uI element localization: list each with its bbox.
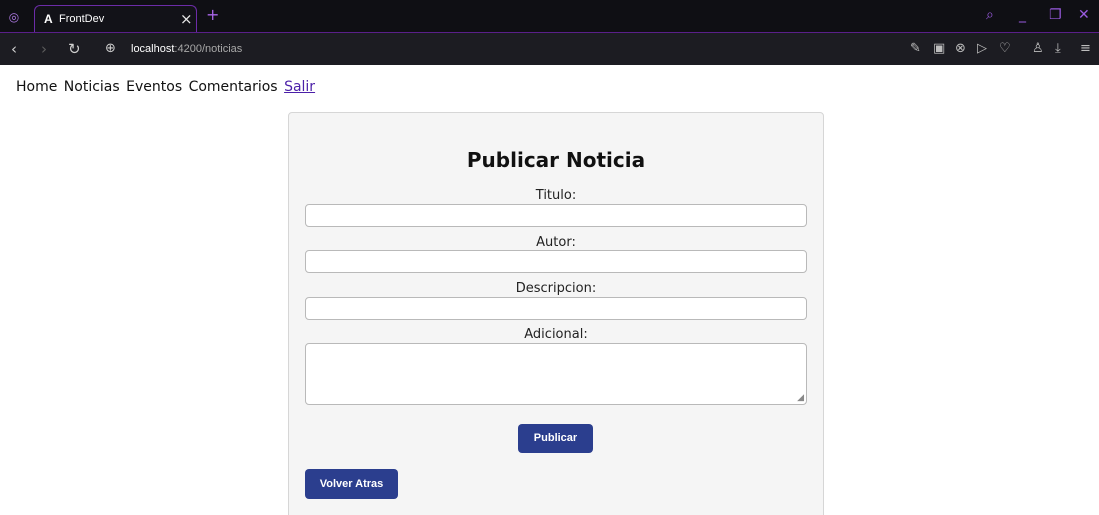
address-bar: ‹ › ↻ ⊕ localhost:4200/noticias ✎ ▣ ⊗ ▷ … bbox=[0, 33, 1099, 65]
forward-icon[interactable]: › bbox=[41, 40, 47, 58]
nav-salir-link[interactable]: Salir bbox=[284, 79, 315, 95]
url-field[interactable]: localhost:4200/noticias bbox=[131, 43, 242, 55]
nav-noticias-link[interactable]: Noticias bbox=[64, 79, 120, 95]
minimize-icon[interactable]: _ bbox=[1019, 7, 1026, 23]
tab-close-icon[interactable]: × bbox=[180, 10, 193, 28]
adicional-textarea[interactable]: ◢ bbox=[305, 343, 807, 405]
nav-comentarios-link[interactable]: Comentarios bbox=[189, 79, 278, 95]
form-title: Publicar Noticia bbox=[466, 148, 646, 172]
descripcion-input[interactable] bbox=[305, 297, 807, 320]
tab-title: FrontDev bbox=[59, 13, 105, 25]
volver-atras-button[interactable]: Volver Atras bbox=[305, 469, 398, 499]
adblock-icon[interactable]: ⊗ bbox=[955, 41, 966, 56]
opera-icon[interactable]: ◎ bbox=[6, 9, 22, 25]
nav-eventos-link[interactable]: Eventos bbox=[126, 79, 182, 95]
restore-icon[interactable]: ❐ bbox=[1049, 7, 1062, 23]
descripcion-label: Descripcion: bbox=[515, 281, 597, 296]
close-icon[interactable]: ✕ bbox=[1078, 7, 1090, 23]
autor-input[interactable] bbox=[305, 250, 807, 273]
new-tab-icon[interactable]: + bbox=[206, 5, 219, 24]
titulo-label: Titulo: bbox=[535, 188, 577, 203]
snapshot-icon[interactable]: ▣ bbox=[933, 41, 945, 56]
titulo-input[interactable] bbox=[305, 204, 807, 227]
edit-icon[interactable]: ✎ bbox=[910, 41, 921, 56]
site-info-icon[interactable]: ⊕ bbox=[105, 41, 116, 56]
search-icon[interactable]: ⌕ bbox=[986, 7, 994, 23]
publicar-button[interactable]: Publicar bbox=[518, 424, 593, 453]
angular-favicon-icon: A bbox=[44, 12, 53, 26]
publish-news-form: Publicar Noticia Titulo: Autor: Descripc… bbox=[288, 112, 824, 515]
autor-label: Autor: bbox=[536, 235, 576, 250]
profile-icon[interactable]: ♙ bbox=[1032, 41, 1044, 56]
nav-home-link[interactable]: Home bbox=[16, 79, 57, 95]
menu-icon[interactable]: ≡ bbox=[1080, 41, 1091, 56]
browser-tab[interactable]: A FrontDev × bbox=[34, 5, 197, 33]
back-icon[interactable]: ‹ bbox=[11, 40, 17, 58]
site-nav: Home Noticias Eventos Comentarios Salir bbox=[16, 79, 317, 95]
send-icon[interactable]: ▷ bbox=[977, 41, 987, 56]
resize-grip-icon[interactable]: ◢ bbox=[797, 393, 804, 403]
download-icon[interactable]: ⤓ bbox=[1055, 41, 1061, 56]
heart-icon[interactable]: ♡ bbox=[999, 41, 1011, 56]
reload-icon[interactable]: ↻ bbox=[68, 40, 81, 58]
adicional-label: Adicional: bbox=[524, 327, 588, 342]
browser-tab-bar: ◎ A FrontDev × + ⌕ _ ❐ ✕ bbox=[0, 0, 1099, 33]
